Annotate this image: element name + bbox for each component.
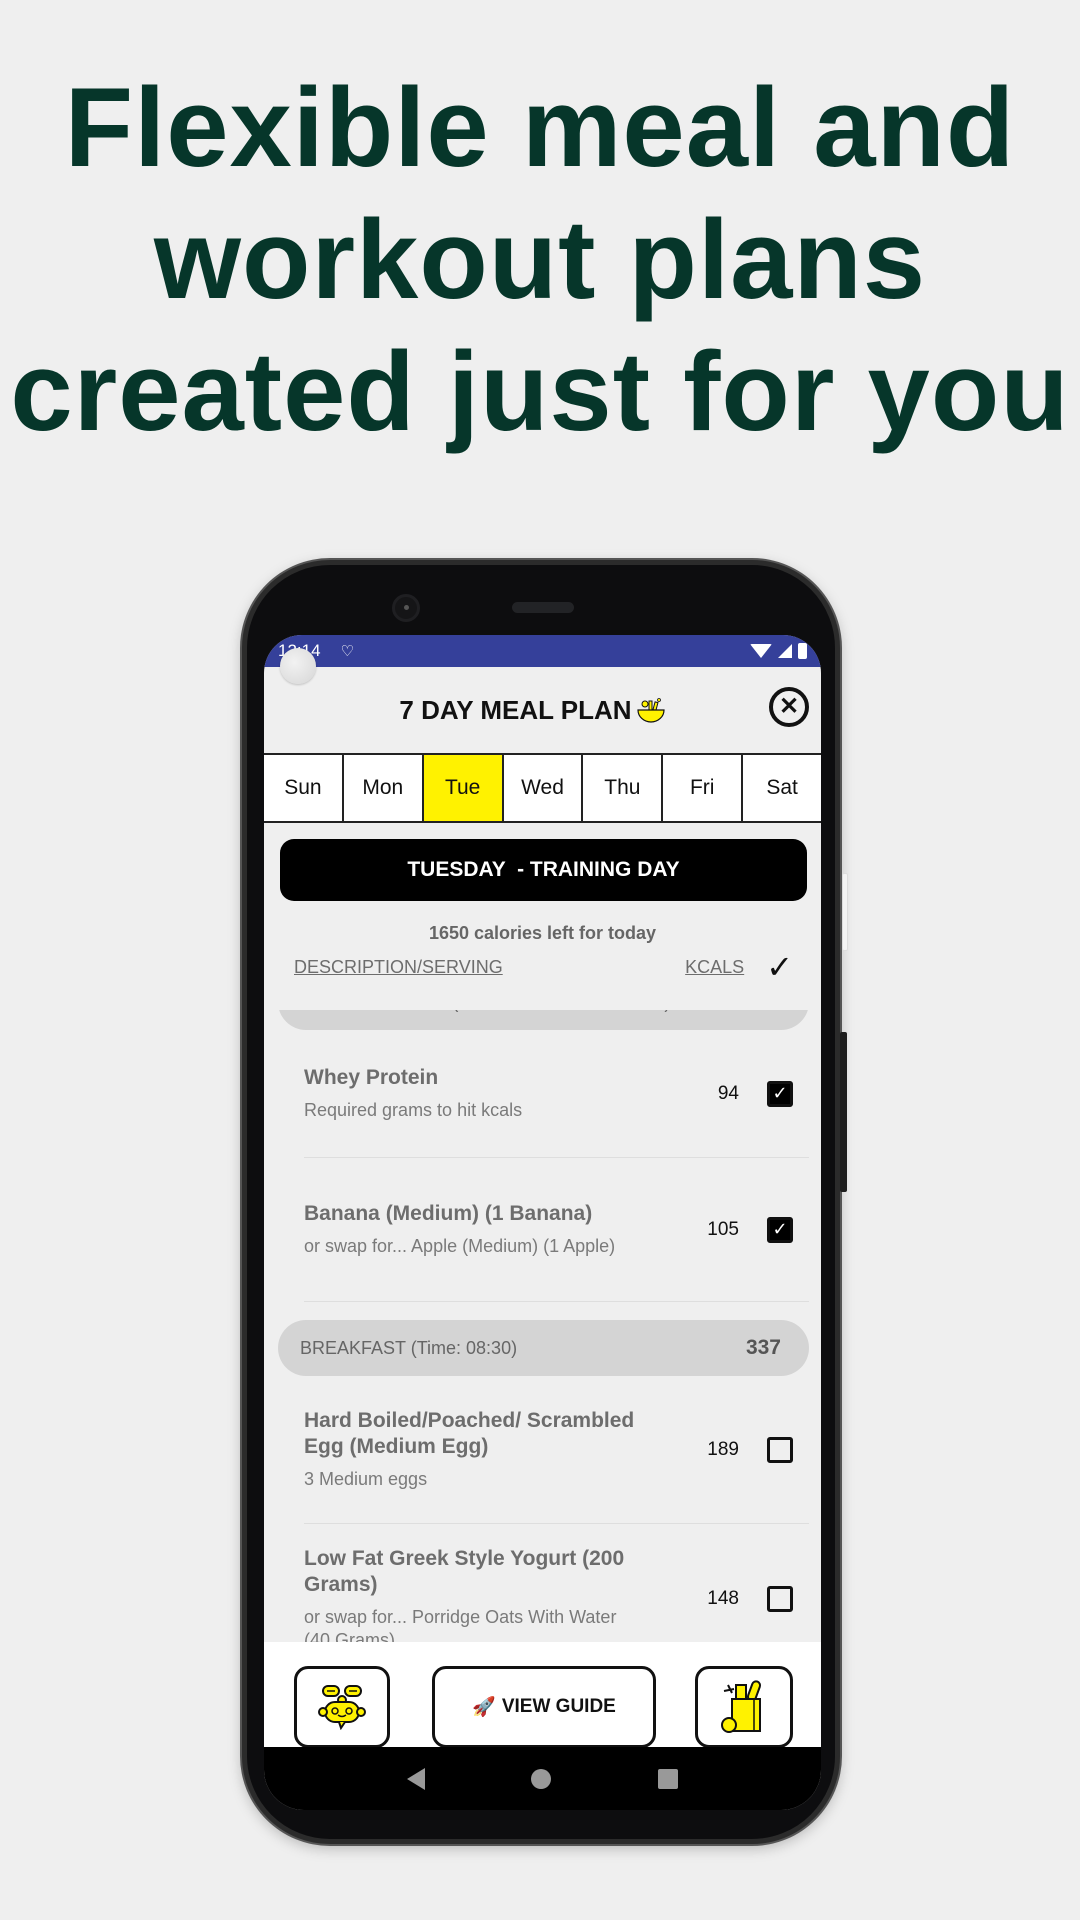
bottom-action-bar: 🚀 VIEW GUIDE [264,1642,821,1748]
phone-screen: 12:14 ♡ 7 DAY MEAL PLAN ✕ Sun Mon Tue W [264,635,821,1810]
list-item[interactable]: Low Fat Greek Style Yogurt (200 Grams) o… [304,1524,809,1654]
description-column-header[interactable]: DESCRIPTION/SERVING [294,957,503,978]
day-tabs: Sun Mon Tue Wed Thu Fri Sat [264,753,821,823]
accessibility-icon: ♡ [340,643,354,660]
signal-icon [778,644,792,658]
check-icon: ✓ [772,1083,788,1103]
column-headers: DESCRIPTION/SERVING KCALS ✓ [264,949,821,985]
food-serving: 3 Medium eggs [304,1469,428,1489]
food-serving: or swap for... Apple (Medium) (1 Apple) [304,1236,616,1256]
section-header[interactable]: POST WORKOUT (Within 40 mins of workout)… [278,1010,809,1030]
checkmark-icon: ✓ [766,949,793,985]
battery-icon [798,643,807,659]
system-nav-bar [264,1747,821,1810]
kcals-column-header[interactable]: KCALS [685,957,744,978]
tab-mon[interactable]: Mon [343,755,424,821]
food-name: Low Fat Greek Style Yogurt (200 Grams) [304,1547,625,1596]
tab-fri[interactable]: Fri [663,755,744,821]
food-name: Hard Boiled/Poached/ Scrambled Egg (Medi… [304,1409,635,1458]
salad-bowl-icon [636,698,665,723]
chat-bot-button[interactable] [294,1666,390,1748]
view-guide-label: VIEW GUIDE [501,1696,616,1717]
view-guide-button[interactable]: 🚀 VIEW GUIDE [432,1666,656,1748]
back-icon[interactable] [407,1767,426,1790]
meal-list[interactable]: POST WORKOUT (Within 40 mins of workout)… [264,1010,821,1654]
shopping-list-button[interactable] [695,1666,793,1748]
food-kcals: 105 [707,1218,739,1240]
headline-line-2: workout plans [153,197,927,322]
tab-sun[interactable]: Sun [264,755,344,821]
day-banner: TUESDAY - TRAINING DAY [280,839,807,901]
front-camera [392,594,420,622]
list-item[interactable]: Whey Protein Required grams to hit kcals… [304,1030,809,1158]
section-title: BREAKFAST (Time: 08:30) [300,1337,518,1358]
grocery-bag-icon [721,1680,762,1733]
headline-line-3: created just for you [10,329,1070,454]
status-bar: 12:14 ♡ [264,635,821,684]
eaten-checkbox[interactable] [767,1436,793,1463]
food-kcals: 148 [707,1588,739,1609]
food-serving: Required grams to hit kcals [304,1100,523,1120]
eaten-checkbox[interactable] [767,1586,793,1612]
earpiece-speaker [512,602,574,613]
home-icon[interactable] [531,1768,552,1789]
chatbot-icon [318,1685,366,1730]
section-kcals: 337 [745,1336,781,1359]
app-header: 7 DAY MEAL PLAN ✕ [264,667,821,753]
calories-left: 1650 calories left for today [428,923,657,943]
headline: Flexible meal and workout plans created … [0,62,1080,458]
page-title: 7 DAY MEAL PLAN [399,695,665,726]
tab-tue[interactable]: Tue [423,755,504,821]
section-title: POST WORKOUT (Within 40 mins of workout) [300,1010,670,1013]
food-name: Whey Protein [304,1066,439,1089]
rocket-icon: 🚀 [472,1697,496,1718]
section-kcals: 199 [746,1010,781,1014]
tab-thu[interactable]: Thu [583,755,664,821]
food-kcals: 94 [717,1082,739,1104]
page-title-text: 7 DAY MEAL PLAN [399,694,632,725]
headline-line-1: Flexible meal and [64,65,1016,190]
phone-volume-button [840,1032,847,1192]
tab-sat[interactable]: Sat [743,755,821,821]
close-button[interactable]: ✕ [769,687,809,727]
phone-power-button [842,873,848,951]
eaten-checkbox[interactable]: ✓ [767,1216,793,1243]
recents-icon[interactable] [657,1768,678,1789]
section-header[interactable]: BREAKFAST (Time: 08:30) 337 [278,1320,809,1376]
eaten-checkbox[interactable]: ✓ [767,1080,793,1107]
tab-wed[interactable]: Wed [503,755,584,821]
food-kcals: 189 [707,1438,739,1460]
list-item[interactable]: Hard Boiled/Poached/ Scrambled Egg (Medi… [304,1376,809,1524]
wifi-icon [750,644,772,658]
check-icon: ✓ [772,1219,788,1239]
food-name: Banana (Medium) (1 Banana) [304,1202,593,1225]
close-icon: ✕ [778,693,800,720]
list-item[interactable]: Banana (Medium) (1 Banana) or swap for..… [304,1158,809,1302]
